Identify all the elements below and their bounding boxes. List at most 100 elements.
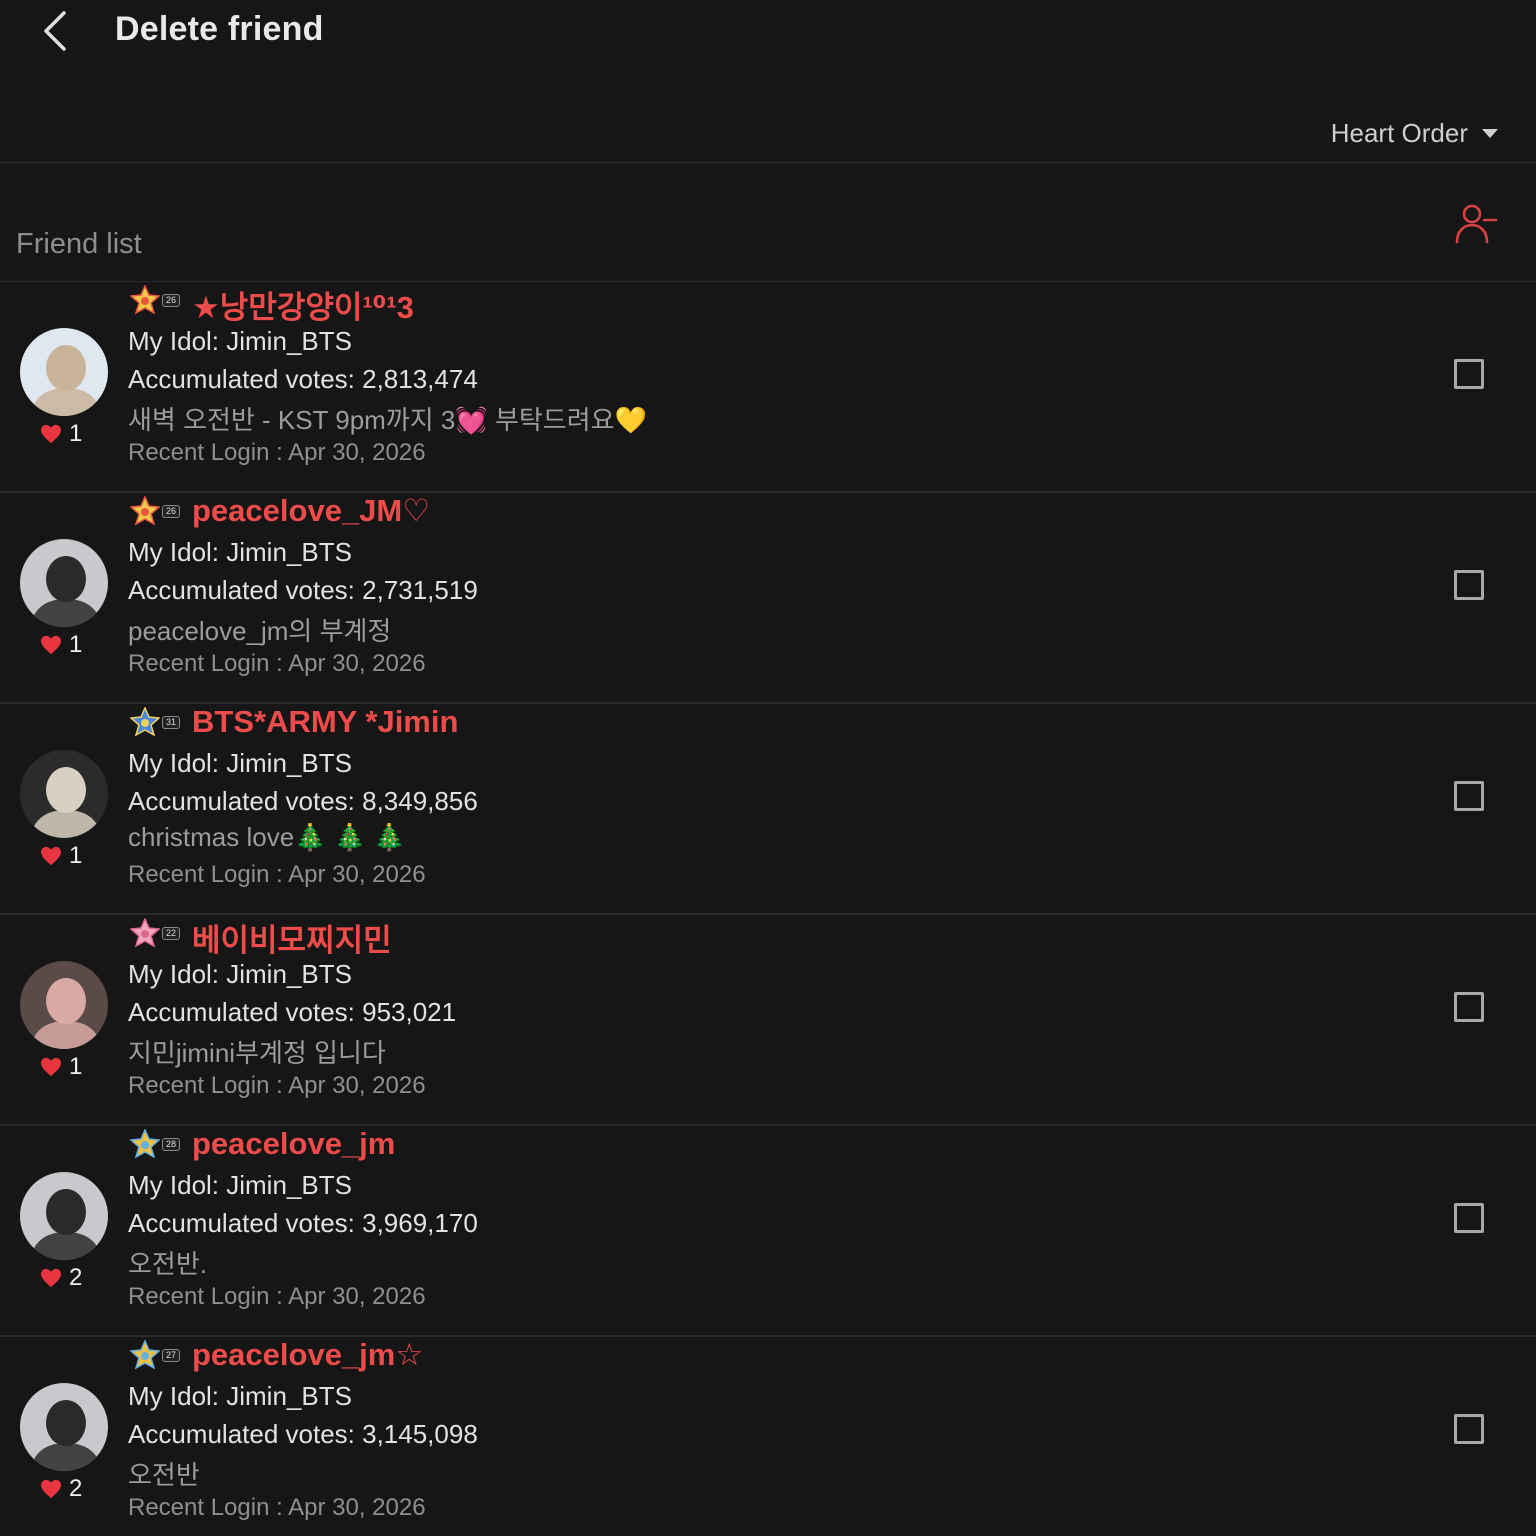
avatar[interactable] <box>20 961 108 1049</box>
chevron-left-icon <box>44 11 66 51</box>
friend-status-message: 새벽 오전반 - KST 9pm까지 3💓 부탁드려요💛 <box>128 405 647 435</box>
level-badge-graphic <box>129 917 161 948</box>
heart-icon <box>41 424 61 444</box>
friend-status-message: christmas love🎄 🎄 🎄 <box>128 822 406 852</box>
heart-count: 1 <box>69 842 83 869</box>
friend-status-message: peacelove_jm의 부계정 <box>128 616 392 646</box>
friend-nickname: ★낭만강양이¹⁰¹3 <box>192 290 414 325</box>
heart-icon <box>41 846 61 866</box>
page-title: Delete friend <box>115 10 324 48</box>
friend-votes: Accumulated votes: 2,731,519 <box>128 575 478 605</box>
remove-friend-button[interactable] <box>1452 200 1500 248</box>
heart-count-group: 1 <box>40 1053 82 1081</box>
heart-count-group: 2 <box>40 1264 82 1292</box>
friend-status-message: 지민jimini부계정 입니다 <box>128 1038 386 1068</box>
friend-status-message: 오전반. <box>128 1249 207 1279</box>
friend-votes: Accumulated votes: 2,813,474 <box>128 364 478 394</box>
avatar-image <box>20 539 108 627</box>
heart-count-group: 1 <box>40 842 82 870</box>
heart-count: 1 <box>69 631 83 658</box>
friend-row[interactable]: 1 31 BTS*ARMY *Jimin My Idol: Jimin_BTS … <box>0 704 1536 915</box>
friend-votes: Accumulated votes: 8,349,856 <box>128 786 478 816</box>
top-bar: Delete friend <box>0 0 1536 70</box>
level-badge-graphic <box>129 284 161 315</box>
friend-idol: My Idol: Jimin_BTS <box>128 537 352 567</box>
select-checkbox[interactable] <box>1454 781 1484 811</box>
avatar[interactable] <box>20 539 108 627</box>
friend-nickname: BTS*ARMY *Jimin <box>192 704 459 739</box>
friend-nickname: peacelove_jm☆ <box>192 1337 424 1372</box>
friend-recent-login: Recent Login : Apr 30, 2026 <box>128 1072 426 1099</box>
friend-list: 1 26 ★낭만강양이¹⁰¹3 My Idol: Jimin_BTS Accum… <box>0 282 1536 1536</box>
friend-votes: Accumulated votes: 953,021 <box>128 997 457 1027</box>
friend-idol: My Idol: Jimin_BTS <box>128 326 352 356</box>
pink-trophy-badge-icon: 22 <box>129 917 182 948</box>
heart-icon <box>41 1057 61 1077</box>
avatar[interactable] <box>20 1383 108 1471</box>
badge-level: 27 <box>162 1349 180 1362</box>
friend-recent-login: Recent Login : Apr 30, 2026 <box>128 439 426 466</box>
friend-recent-login: Recent Login : Apr 30, 2026 <box>128 650 426 677</box>
friend-idol: My Idol: Jimin_BTS <box>128 1170 352 1200</box>
friend-idol: My Idol: Jimin_BTS <box>128 959 352 989</box>
friend-row[interactable]: 1 22 베이비모찌지민 My Idol: Jimin_BTS Accumula… <box>0 915 1536 1126</box>
back-button[interactable] <box>30 6 80 56</box>
select-checkbox[interactable] <box>1454 570 1484 600</box>
sort-dropdown[interactable]: Heart Order <box>1331 118 1498 149</box>
user-minus-icon <box>1455 204 1498 244</box>
avatar-image <box>20 750 108 838</box>
star-burst-badge-icon: 26 <box>129 284 182 315</box>
level-badge-graphic <box>129 1128 161 1159</box>
friend-recent-login: Recent Login : Apr 30, 2026 <box>128 1494 426 1521</box>
avatar[interactable] <box>20 1172 108 1260</box>
select-checkbox[interactable] <box>1454 1203 1484 1233</box>
avatar-image <box>20 1383 108 1471</box>
heart-icon <box>41 1479 61 1499</box>
heart-icon <box>41 635 61 655</box>
friend-idol: My Idol: Jimin_BTS <box>128 1381 352 1411</box>
heart-icon <box>41 1268 61 1288</box>
friend-row[interactable]: 2 27 peacelove_jm☆ My Idol: Jimin_BTS Ac… <box>0 1337 1536 1536</box>
friend-row[interactable]: 2 28 peacelove_jm My Idol: Jimin_BTS Acc… <box>0 1126 1536 1337</box>
select-checkbox[interactable] <box>1454 1414 1484 1444</box>
flower-crest-badge-icon: 27 <box>129 1339 182 1370</box>
friend-status-message: 오전반 <box>128 1460 200 1490</box>
badge-level: 31 <box>162 716 180 729</box>
avatar-image <box>20 1172 108 1260</box>
sort-label: Heart Order <box>1330 118 1468 148</box>
section-title: Friend list <box>16 228 142 260</box>
badge-level: 22 <box>162 927 180 940</box>
badge-level: 26 <box>162 294 180 307</box>
friend-nickname: 베이비모찌지민 <box>192 923 392 958</box>
blue-crest-badge-icon: 31 <box>129 706 182 737</box>
avatar[interactable] <box>20 328 108 416</box>
select-checkbox[interactable] <box>1454 359 1484 389</box>
avatar[interactable] <box>20 750 108 838</box>
select-checkbox[interactable] <box>1454 992 1484 1022</box>
badge-level: 26 <box>162 505 180 518</box>
friend-recent-login: Recent Login : Apr 30, 2026 <box>128 861 426 888</box>
level-badge-graphic <box>129 1339 161 1370</box>
friend-recent-login: Recent Login : Apr 30, 2026 <box>128 1283 426 1310</box>
caret-down-icon <box>1482 129 1498 138</box>
avatar-image <box>20 961 108 1049</box>
heart-count-group: 1 <box>40 631 82 659</box>
avatar-image <box>20 328 108 416</box>
friend-row[interactable]: 1 26 peacelove_JM♡ My Idol: Jimin_BTS Ac… <box>0 493 1536 704</box>
level-badge-graphic <box>129 495 161 526</box>
heart-count: 1 <box>69 420 83 447</box>
heart-count: 2 <box>69 1475 83 1502</box>
heart-count: 2 <box>69 1264 83 1291</box>
friend-votes: Accumulated votes: 3,145,098 <box>128 1419 478 1449</box>
friend-nickname: peacelove_jm <box>192 1126 396 1161</box>
friend-votes: Accumulated votes: 3,969,170 <box>128 1208 478 1238</box>
level-badge-graphic <box>129 706 161 737</box>
heart-count: 1 <box>69 1053 83 1080</box>
badge-level: 28 <box>162 1138 180 1151</box>
heart-count-group: 1 <box>40 420 82 448</box>
friend-idol: My Idol: Jimin_BTS <box>128 748 352 778</box>
heart-count-group: 2 <box>40 1475 82 1503</box>
flower-crest-badge-icon: 28 <box>129 1128 182 1159</box>
friend-row[interactable]: 1 26 ★낭만강양이¹⁰¹3 My Idol: Jimin_BTS Accum… <box>0 282 1536 493</box>
header-divider <box>0 162 1536 163</box>
